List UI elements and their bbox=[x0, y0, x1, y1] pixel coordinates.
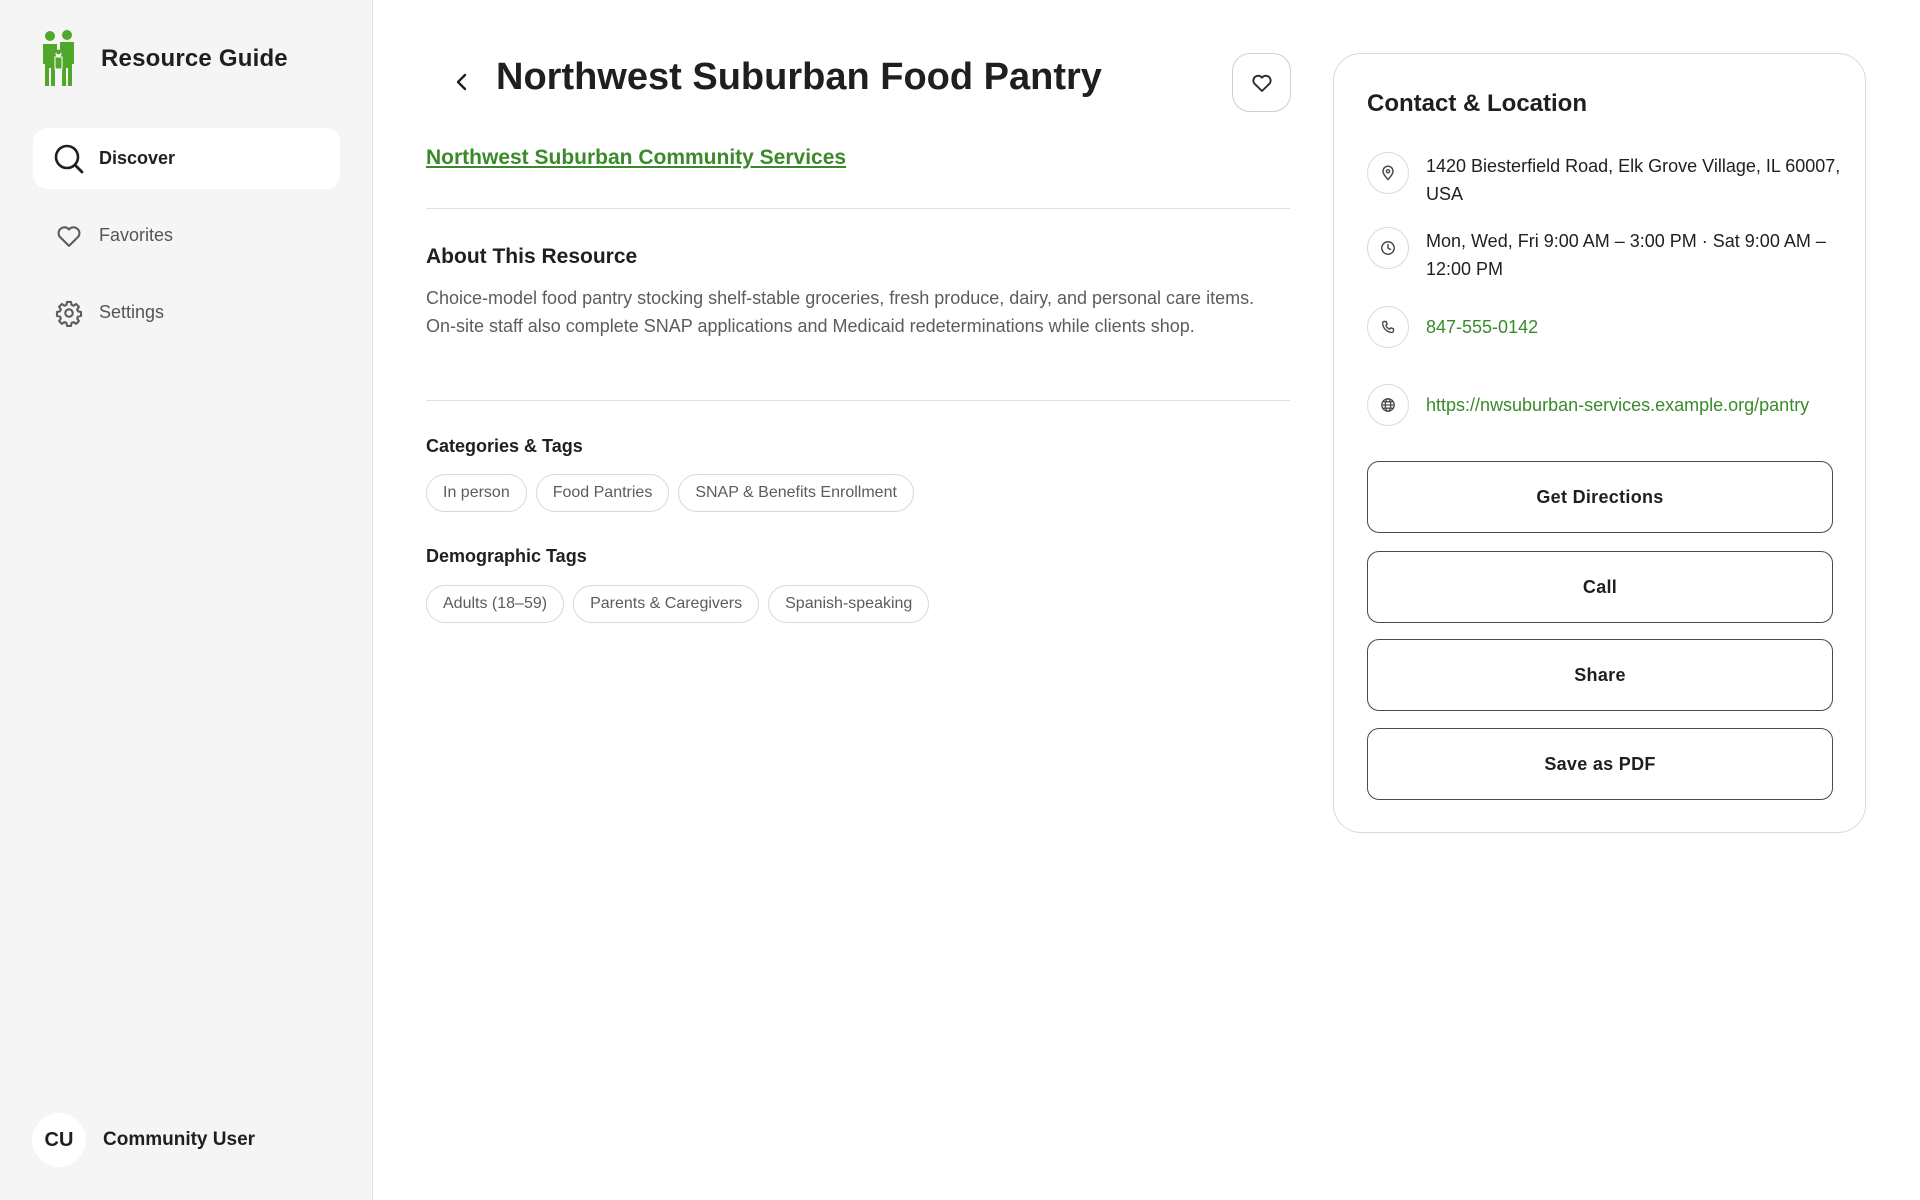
hours-row: Mon, Wed, Fri 9:00 AM – 3:00 PM · Sat 9:… bbox=[1367, 227, 1847, 283]
sidebar-item-settings[interactable]: Settings bbox=[33, 282, 340, 343]
globe-icon bbox=[1367, 384, 1409, 426]
sidebar-item-label: Favorites bbox=[99, 225, 174, 245]
tag-chip[interactable]: Spanish-speaking bbox=[768, 585, 930, 623]
contact-card: Contact & Location 1420 Biesterfield Roa… bbox=[1333, 53, 1866, 833]
sidebar: Resource Guide Discover Favorites Settin… bbox=[0, 0, 373, 1200]
tag-chip[interactable]: In person bbox=[426, 474, 527, 512]
website-link[interactable]: https://nwsuburban-services.example.org/… bbox=[1426, 384, 1809, 419]
tag-chip[interactable]: SNAP & Benefits Enrollment bbox=[678, 474, 914, 512]
phone-link[interactable]: 847-555-0142 bbox=[1426, 306, 1538, 341]
demographic-tags: Adults (18–59) Parents & Caregivers Span… bbox=[426, 585, 938, 623]
save-pdf-button[interactable]: Save as PDF bbox=[1367, 728, 1833, 800]
clock-icon bbox=[1367, 227, 1409, 269]
tag-chip[interactable]: Parents & Caregivers bbox=[573, 585, 760, 623]
family-logo-icon bbox=[43, 30, 74, 86]
chevron-left-icon bbox=[456, 73, 467, 91]
phone-icon bbox=[1367, 306, 1409, 348]
sidebar-item-favorites[interactable]: Favorites bbox=[33, 205, 340, 266]
share-button[interactable]: Share bbox=[1367, 639, 1833, 711]
sidebar-item-discover[interactable]: Discover bbox=[33, 128, 340, 189]
about-heading: About This Resource bbox=[426, 245, 638, 268]
sidebar-nav: Discover Favorites Settings bbox=[33, 128, 340, 359]
tag-chip[interactable]: Adults (18–59) bbox=[426, 585, 565, 623]
get-directions-button[interactable]: Get Directions bbox=[1367, 461, 1833, 533]
hours-text: Mon, Wed, Fri 9:00 AM – 3:00 PM · Sat 9:… bbox=[1426, 231, 1826, 279]
heart-icon bbox=[1251, 74, 1272, 92]
map-pin-icon bbox=[1367, 152, 1409, 194]
address-text: 1420 Biesterfield Road, Elk Grove Villag… bbox=[1426, 156, 1841, 204]
address-row: 1420 Biesterfield Road, Elk Grove Villag… bbox=[1367, 152, 1847, 208]
phone-row[interactable]: 847-555-0142 bbox=[1367, 306, 1847, 348]
demographics-heading: Demographic Tags bbox=[426, 546, 587, 566]
page-title: Northwest Suburban Food Pantry bbox=[496, 56, 1102, 98]
back-button[interactable] bbox=[444, 64, 480, 100]
website-row[interactable]: https://nwsuburban-services.example.org/… bbox=[1367, 384, 1847, 426]
app-name: Resource Guide bbox=[101, 45, 288, 72]
sidebar-item-label: Settings bbox=[99, 302, 165, 322]
brand[interactable]: Resource Guide bbox=[40, 30, 288, 88]
heart-icon bbox=[53, 220, 85, 252]
tag-chip[interactable]: Food Pantries bbox=[535, 474, 670, 512]
organization-link[interactable]: Northwest Suburban Community Services bbox=[426, 146, 846, 170]
call-button[interactable]: Call bbox=[1367, 551, 1833, 623]
divider bbox=[426, 400, 1290, 401]
user-profile[interactable]: CU Community User bbox=[32, 1113, 255, 1167]
divider bbox=[426, 208, 1290, 209]
about-description: Choice-model food pantry stocking shelf-… bbox=[426, 288, 1255, 336]
avatar: CU bbox=[32, 1113, 86, 1167]
gear-icon bbox=[53, 297, 85, 329]
user-name: Community User bbox=[103, 1129, 256, 1150]
category-tags: In person Food Pantries SNAP & Benefits … bbox=[426, 474, 923, 512]
favorite-button[interactable] bbox=[1232, 53, 1291, 112]
sidebar-item-label: Discover bbox=[99, 148, 176, 168]
categories-heading: Categories & Tags bbox=[426, 436, 583, 456]
contact-heading: Contact & Location bbox=[1367, 90, 1587, 117]
search-icon bbox=[53, 143, 85, 175]
